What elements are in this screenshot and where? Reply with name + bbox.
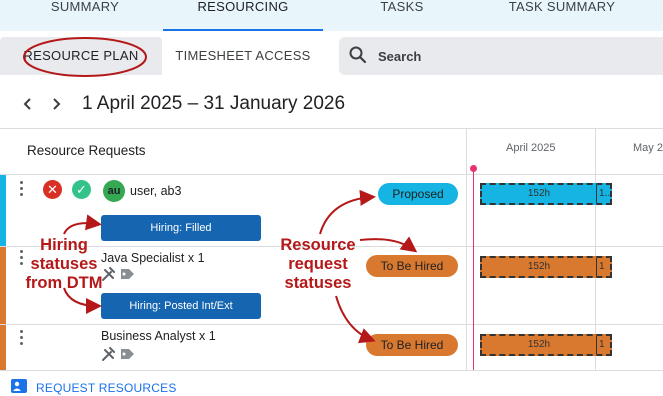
row-status-accent (0, 247, 6, 324)
chevron-left-icon[interactable] (19, 95, 37, 113)
request-status-badge[interactable]: To Be Hired (366, 334, 458, 356)
row-status-accent (0, 325, 6, 370)
reject-icon[interactable]: ✕ (43, 180, 62, 199)
skills-tags-icon (102, 347, 134, 361)
avatar: au (103, 180, 125, 202)
today-marker-dot (470, 165, 477, 172)
tab-task-summary[interactable]: TASK SUMMARY (497, 0, 627, 31)
date-range: 1 April 2025 – 31 January 2026 (82, 93, 346, 114)
footer-bar: REQUEST RESOURCES (0, 370, 663, 396)
annotation-resource-statuses: Resource request statuses (280, 236, 356, 292)
chevron-right-icon[interactable] (47, 95, 65, 113)
grid-divider (0, 324, 663, 325)
row-status-accent (0, 175, 6, 246)
annotation-arrow (63, 214, 102, 235)
allocation-bar[interactable]: 152h 1 (480, 334, 612, 356)
request-status-badge[interactable]: To Be Hired (366, 255, 458, 277)
column-header-resource-requests: Resource Requests (27, 143, 146, 158)
request-resources-button[interactable]: REQUEST RESOURCES (36, 381, 177, 395)
annotation-hiring-statuses: Hiring statuses from DTM (25, 236, 103, 292)
tab-resourcing[interactable]: RESOURCING (163, 0, 323, 31)
tab-tasks[interactable]: TASKS (360, 0, 444, 31)
resource-name: user, ab3 (130, 184, 182, 198)
tab-timesheet-access[interactable]: TIMESHEET ACCESS (165, 37, 321, 75)
allocation-hours: 152h (527, 261, 551, 272)
resource-name: Business Analyst x 1 (101, 329, 216, 343)
today-marker-line (473, 170, 474, 396)
annotation-arrow (319, 189, 376, 235)
resource-name: Java Specialist x 1 (101, 251, 205, 265)
request-status-badge[interactable]: Proposed (378, 183, 458, 205)
allocation-hours: 152h (527, 339, 551, 350)
month-label-may: May 2 (633, 142, 663, 154)
tab-summary[interactable]: SUMMARY (40, 0, 130, 31)
search-icon (349, 46, 367, 64)
hiring-status-button[interactable]: Hiring: Filled (101, 215, 261, 241)
grid-divider (0, 128, 663, 129)
allocation-hours-overflow: 1 (596, 258, 605, 276)
highlight-ellipse (23, 37, 147, 77)
annotation-arrow (359, 236, 418, 253)
request-resources-icon (11, 379, 27, 393)
allocation-hours: 152h (527, 188, 551, 199)
allocation-hours-overflow: 1 (596, 336, 605, 354)
search-input[interactable] (378, 45, 638, 67)
allocation-bar[interactable]: 152h 1.. (480, 183, 612, 205)
row-menu-icon[interactable] (18, 181, 24, 197)
allocation-hours-overflow: 1.. (596, 185, 610, 203)
hiring-status-button[interactable]: Hiring: Posted Int/Ext (101, 293, 261, 319)
grid-divider (466, 128, 467, 370)
month-label-april: April 2025 (506, 142, 556, 154)
grid-divider (0, 174, 663, 175)
search-bar[interactable] (339, 37, 663, 75)
top-tab-bar: SUMMARY RESOURCING TASKS TASK SUMMARY (0, 0, 663, 31)
allocation-bar[interactable]: 152h 1 (480, 256, 612, 278)
approve-icon[interactable]: ✓ (72, 180, 91, 199)
annotation-arrow (335, 295, 376, 344)
row-menu-icon[interactable] (18, 330, 24, 346)
